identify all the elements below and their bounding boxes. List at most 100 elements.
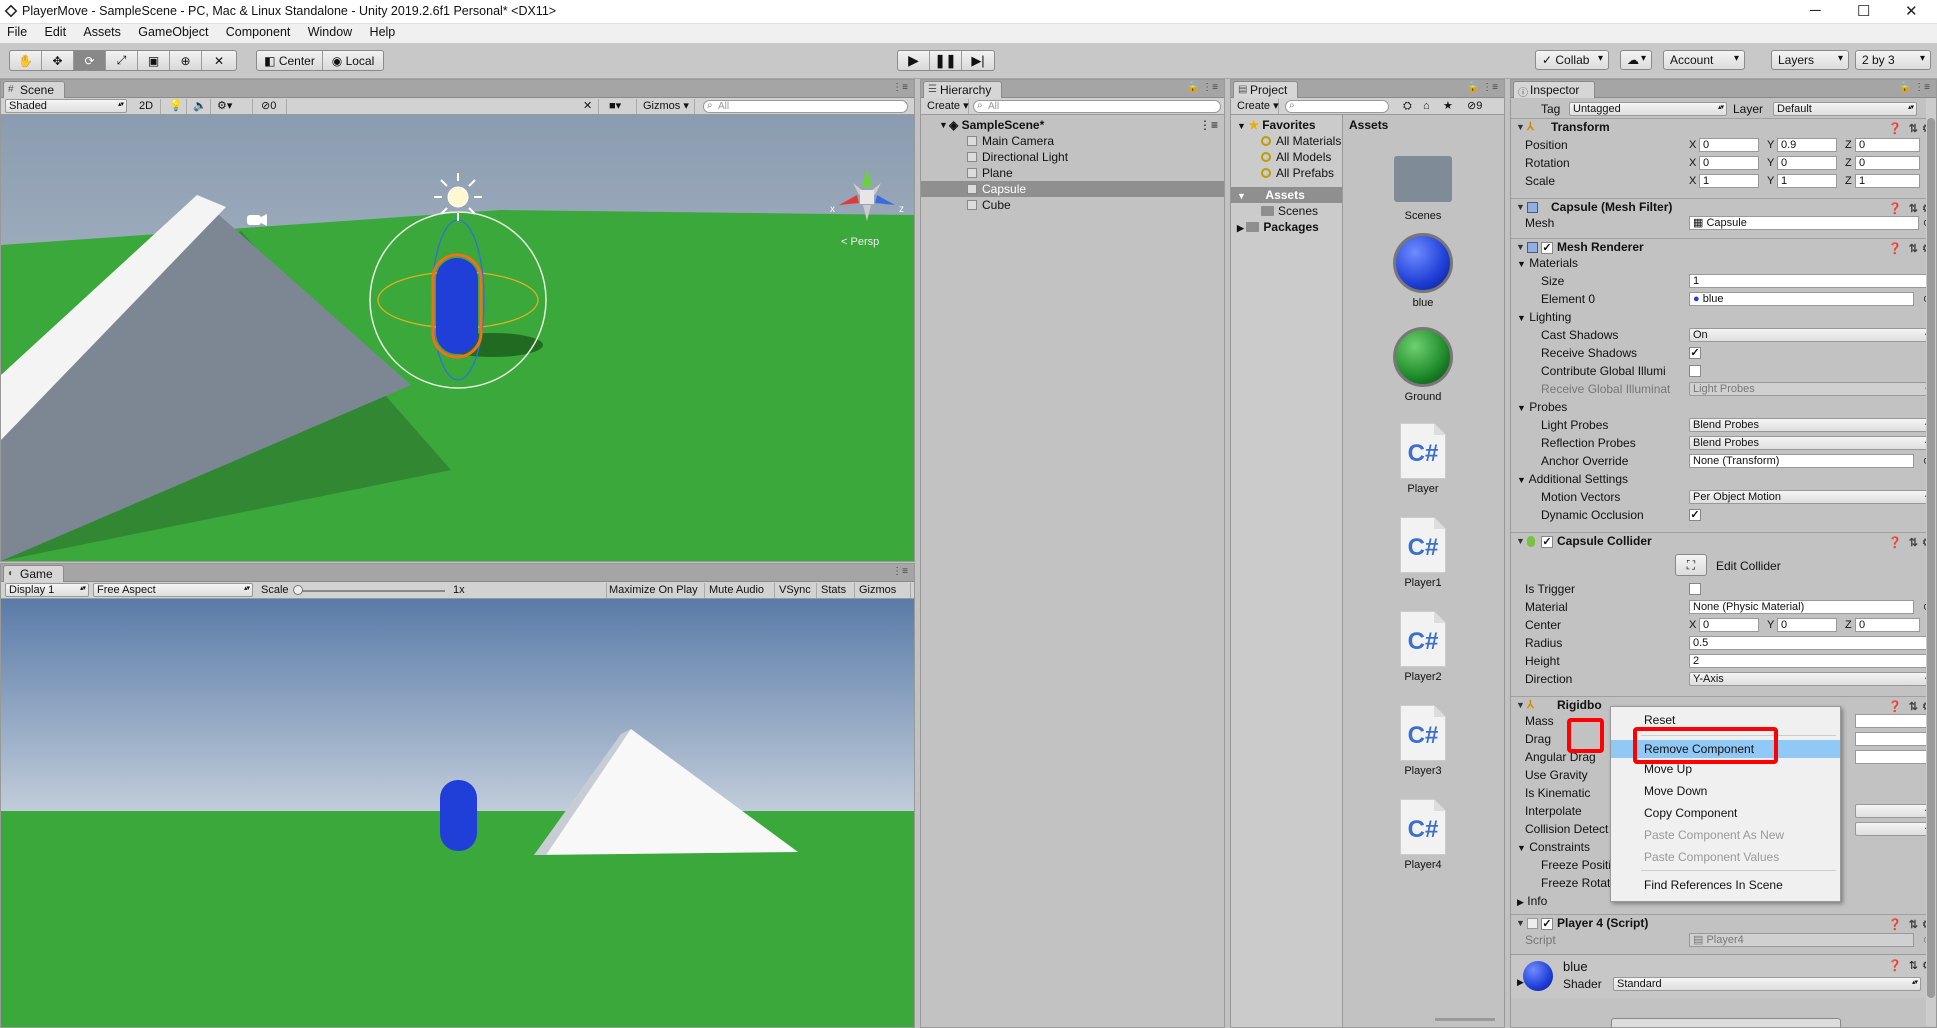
hierarchy-item-main-camera[interactable]: Main Camera: [921, 133, 1224, 149]
physic-material-field[interactable]: None (Physic Material): [1689, 600, 1914, 614]
mesh-filter-header[interactable]: ▼ Capsule (Mesh Filter) ❓ ⇅ ⚙: [1511, 198, 1936, 216]
light-probes-dropdown[interactable]: Blend Probes: [1689, 418, 1934, 432]
pivot-local-button[interactable]: ◉ Local: [323, 51, 383, 70]
preset-icon[interactable]: ⇅: [1909, 535, 1918, 552]
icon-size-slider[interactable]: [1435, 1018, 1495, 1021]
reflection-probes-dropdown[interactable]: Blend Probes: [1689, 436, 1934, 450]
scale-x-field[interactable]: 1: [1699, 174, 1759, 188]
help-icon[interactable]: ❓: [1888, 121, 1902, 138]
persp-label[interactable]: < Persp: [841, 236, 879, 248]
hand-tool-icon[interactable]: ✋: [10, 51, 42, 70]
game-viewport[interactable]: [1, 599, 914, 1027]
fav-all-materials[interactable]: All Materials: [1231, 133, 1342, 149]
hidden-packages-toggle[interactable]: ⊘9: [1463, 99, 1503, 114]
asset-player-script[interactable]: C# Player: [1388, 423, 1458, 495]
direction-dropdown[interactable]: Y-Axis: [1689, 672, 1934, 686]
materials-size-field[interactable]: 1: [1689, 274, 1934, 288]
gizmos-dropdown[interactable]: Gizmos ▾: [639, 99, 695, 114]
tab-hierarchy[interactable]: ☰ Hierarchy: [923, 81, 1003, 98]
menu-item-find-references[interactable]: Find References In Scene: [1611, 876, 1840, 894]
capsule-collider-header[interactable]: ▼ ✓ Capsule Collider ❓ ⇅ ⚙: [1511, 532, 1936, 550]
menu-item-move-down[interactable]: Move Down: [1611, 782, 1840, 800]
filter-label-icon[interactable]: ⌂: [1419, 99, 1439, 114]
preset-icon[interactable]: ⇅: [1909, 241, 1918, 258]
lock-icon[interactable]: 🔒 ⋮≡: [1899, 82, 1930, 93]
scenes-folder-node[interactable]: Scenes: [1231, 203, 1342, 219]
rotation-y-field[interactable]: 0: [1777, 156, 1837, 170]
cloud-icon[interactable]: ☁: [1620, 50, 1652, 70]
effects-dropdown-icon[interactable]: ⚙▾: [213, 99, 253, 114]
scene-menu-icon[interactable]: ⋮≡: [1199, 117, 1218, 133]
tab-game[interactable]: ◐ Game: [3, 565, 64, 582]
materials-foldout[interactable]: ▼ Materials: [1517, 256, 1578, 272]
collapse-arrow-icon[interactable]: ▼: [1516, 119, 1525, 136]
center-y-field[interactable]: 0: [1777, 618, 1837, 632]
custom-tool-icon[interactable]: ✕: [202, 51, 236, 70]
stats-toggle[interactable]: Stats: [817, 583, 855, 598]
interpolate-dropdown[interactable]: [1855, 804, 1934, 818]
maximize-on-play-toggle[interactable]: Maximize On Play: [605, 583, 705, 598]
collapse-arrow-icon[interactable]: ▼: [1516, 915, 1525, 932]
hierarchy-item-cube[interactable]: Cube: [921, 197, 1224, 213]
lock-icon[interactable]: 🔒 ⋮≡: [1467, 82, 1498, 93]
dynamic-occlusion-checkbox[interactable]: ✓: [1689, 509, 1701, 521]
layout-dropdown[interactable]: 2 by 3: [1855, 50, 1931, 70]
hierarchy-item-plane[interactable]: Plane: [921, 165, 1224, 181]
hierarchy-search-input[interactable]: All: [973, 100, 1221, 113]
element0-material-field[interactable]: ● blue: [1689, 292, 1914, 306]
rotation-x-field[interactable]: 0: [1699, 156, 1759, 170]
pivot-center-button[interactable]: ◧ Center: [257, 51, 323, 70]
add-component-button[interactable]: [1611, 1018, 1841, 1027]
layers-dropdown[interactable]: Layers: [1771, 50, 1849, 70]
menu-file[interactable]: File: [0, 24, 34, 39]
play-icon[interactable]: ▶: [898, 51, 930, 70]
camera-dropdown-icon[interactable]: ■▾: [605, 99, 637, 114]
help-icon[interactable]: ❓: [1888, 535, 1902, 552]
asset-player3-script[interactable]: C# Player3: [1388, 705, 1458, 777]
probes-foldout[interactable]: ▼ Probes: [1517, 400, 1567, 416]
lock-icon[interactable]: 🔒 ⋮≡: [1187, 82, 1218, 93]
position-z-field[interactable]: 0: [1855, 138, 1920, 152]
hierarchy-item-capsule[interactable]: Capsule: [921, 181, 1224, 197]
filter-type-icon[interactable]: ⛭: [1399, 99, 1419, 114]
constraints-foldout[interactable]: ▼ Constraints: [1517, 840, 1590, 856]
radius-field[interactable]: 0.5: [1689, 636, 1934, 650]
close-button[interactable]: ✕: [1905, 2, 1918, 20]
scene-root-item[interactable]: ▼ ◈ SampleScene* ⋮≡: [921, 117, 1224, 133]
preset-icon[interactable]: ⇅: [1909, 121, 1918, 138]
info-foldout[interactable]: ▶ Info: [1517, 894, 1547, 910]
collapse-arrow-icon[interactable]: ▼: [1516, 199, 1525, 216]
hidden-objects-toggle[interactable]: ⊘0: [257, 99, 287, 114]
mass-field[interactable]: [1855, 714, 1934, 728]
aspect-dropdown[interactable]: Free Aspect: [93, 583, 253, 597]
player4-enabled-checkbox[interactable]: ✓: [1541, 918, 1553, 930]
menu-gameobject[interactable]: GameObject: [131, 24, 215, 39]
pause-icon[interactable]: ❚❚: [930, 51, 962, 70]
cast-shadows-dropdown[interactable]: On: [1689, 328, 1934, 342]
menu-help[interactable]: Help: [363, 24, 403, 39]
fav-all-models[interactable]: All Models: [1231, 149, 1342, 165]
tab-inspector[interactable]: ⓘ Inspector: [1513, 81, 1595, 99]
height-field[interactable]: 2: [1689, 654, 1934, 668]
step-icon[interactable]: ▶|: [962, 51, 994, 70]
motion-vectors-dropdown[interactable]: Per Object Motion: [1689, 490, 1934, 504]
menu-item-copy-component[interactable]: Copy Component: [1611, 804, 1840, 822]
position-x-field[interactable]: 0: [1699, 138, 1759, 152]
mesh-renderer-header[interactable]: ▼ ✓ Mesh Renderer ❓ ⇅ ⚙: [1511, 238, 1936, 256]
rotation-z-field[interactable]: 0: [1855, 156, 1920, 170]
collab-dropdown[interactable]: ✓ Collab: [1535, 50, 1609, 70]
minimize-button[interactable]: ─: [1810, 2, 1821, 19]
audio-toggle-icon[interactable]: 🔈: [189, 99, 211, 114]
angular-drag-field[interactable]: [1855, 750, 1934, 764]
menu-component[interactable]: Component: [219, 24, 298, 39]
tag-dropdown[interactable]: Untagged: [1569, 102, 1727, 116]
project-search-input[interactable]: [1285, 100, 1389, 113]
transform-header[interactable]: ▼ ⅄ Transform ❓ ⇅ ⚙: [1511, 118, 1936, 136]
is-trigger-checkbox[interactable]: [1689, 583, 1701, 595]
transform-tool-icon[interactable]: ⊕: [170, 51, 202, 70]
maximize-button[interactable]: ☐: [1857, 2, 1870, 20]
shader-dropdown[interactable]: Standard: [1613, 977, 1921, 991]
panel-menu-icon[interactable]: ⋮≡: [892, 82, 908, 93]
asset-player4-script[interactable]: C# Player4: [1388, 799, 1458, 871]
mesh-renderer-enabled-checkbox[interactable]: ✓: [1541, 242, 1553, 254]
